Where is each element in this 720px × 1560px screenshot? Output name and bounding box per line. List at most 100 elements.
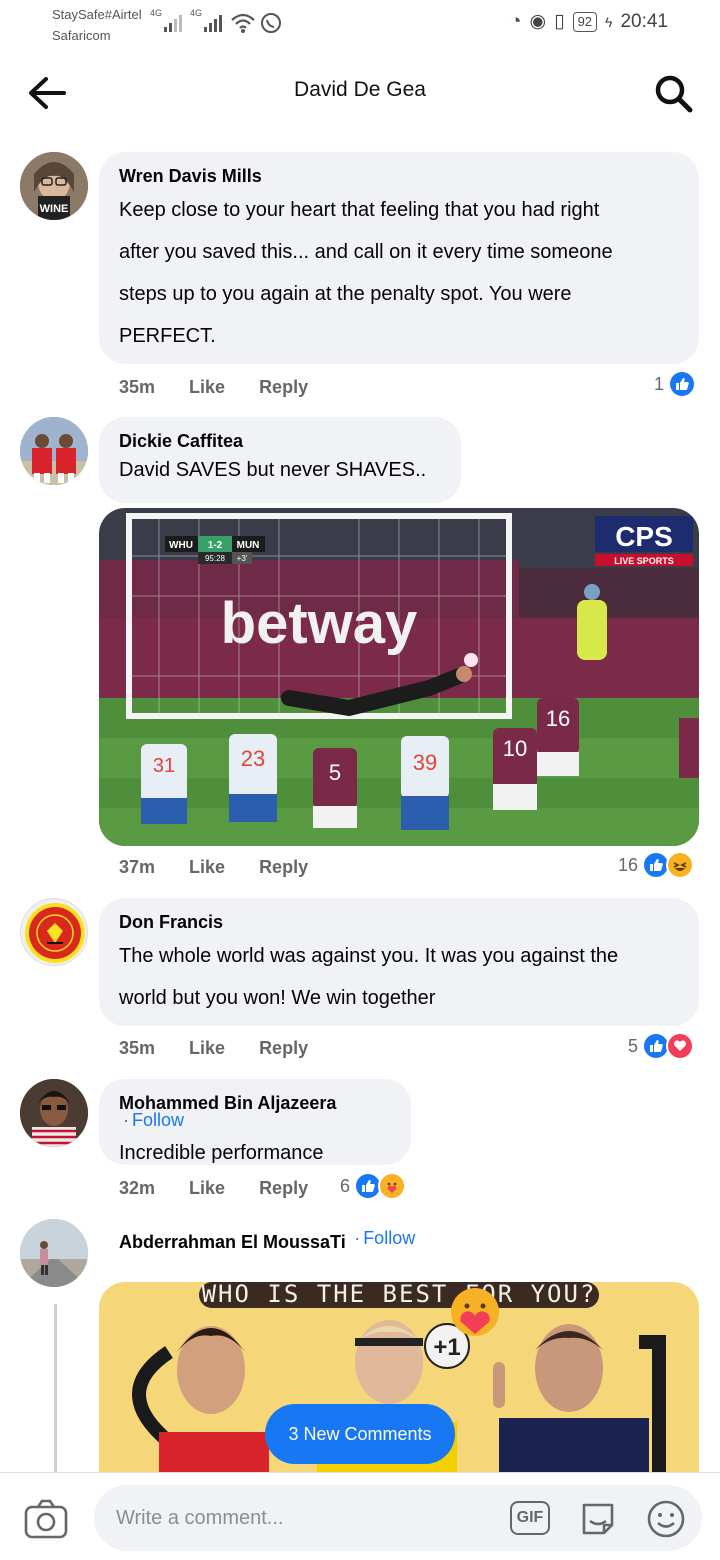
reaction-count: 16 xyxy=(618,854,639,875)
reaction-summary[interactable]: 16 xyxy=(618,851,695,879)
shirt-number: 5 xyxy=(329,760,341,785)
comment-bubble: Dickie Caffitea David SAVES but never SH… xyxy=(99,417,461,503)
comment-text: David SAVES but never SHAVES.. xyxy=(119,459,427,481)
like-button[interactable]: Like xyxy=(189,1038,225,1059)
reply-button[interactable]: Reply xyxy=(259,377,308,398)
network-type-secondary: 4G xyxy=(190,8,203,18)
reply-button[interactable]: Reply xyxy=(259,1178,308,1199)
comment-author[interactable]: Wren Davis Mills xyxy=(119,166,262,187)
data-saver-icon: ◔ xyxy=(510,10,522,32)
score-home: WHU xyxy=(169,540,193,551)
comment-composer: Write a comment... GIF xyxy=(0,1472,720,1560)
svg-text:WINE: WINE xyxy=(40,203,69,215)
status-bar: StaySafe#Airtel Safaricom 4G 4G ◔ ◉ ▯ 92… xyxy=(0,0,720,50)
carrier-name-secondary: Safaricom xyxy=(52,28,111,43)
charging-icon: ϟ xyxy=(605,13,613,30)
haha-reaction-icon xyxy=(666,851,695,879)
comment-bubble: Don Francis The whole world was against … xyxy=(99,898,699,1026)
comment-time: 32m xyxy=(119,1178,156,1198)
sticker-icon[interactable] xyxy=(578,1499,618,1539)
image-headline: WHO IS THE BEST FOR YOU? xyxy=(202,1282,597,1308)
broadcaster-logo: CPS xyxy=(615,521,673,552)
board-logo: betway xyxy=(221,591,418,656)
carrier-name: StaySafe#Airtel xyxy=(52,7,142,22)
eye-comfort-icon: ◉ xyxy=(529,11,547,32)
comment-time: 35m xyxy=(119,1038,156,1058)
app-header: David De Gea xyxy=(0,56,720,128)
like-button[interactable]: Like xyxy=(189,1178,225,1199)
comment-text-line: The whole world was against you. It was … xyxy=(119,945,619,967)
shirt-number: 23 xyxy=(241,746,265,771)
care-reaction-icon xyxy=(378,1172,407,1200)
status-indicators: ◔ ◉ ▯ 92 ϟ 20:41 xyxy=(510,10,668,33)
clock: 20:41 xyxy=(620,10,668,32)
comment-input[interactable]: Write a comment... GIF xyxy=(94,1485,702,1551)
avatar[interactable] xyxy=(20,1219,88,1287)
battery-indicator: 92 xyxy=(572,11,598,32)
comment-time: 37m xyxy=(119,857,156,877)
page-title: David De Gea xyxy=(294,78,426,101)
gif-button[interactable]: GIF xyxy=(510,1501,550,1535)
follow-button[interactable]: Follow xyxy=(363,1228,415,1248)
avatar[interactable]: WINE xyxy=(20,152,88,220)
comment-text-line: after you saved this... and call on it e… xyxy=(119,241,613,263)
reaction-summary[interactable]: 5 xyxy=(628,1032,695,1060)
reaction-count: 1 xyxy=(654,373,665,394)
comment-bubble: Mohammed Bin Aljazeera · Follow Incredibl… xyxy=(99,1079,411,1165)
comment-time: 35m xyxy=(119,377,156,397)
comment-text-line: world but you won! We win together xyxy=(119,987,436,1009)
signal-icon-secondary: 4G xyxy=(190,8,222,32)
like-reaction-icon xyxy=(668,370,697,398)
avatar[interactable] xyxy=(20,417,88,485)
shirt-number: 31 xyxy=(153,755,175,777)
comment-text: Keep close to your heart that feeling th… xyxy=(119,189,679,357)
plus-one-badge: +1 xyxy=(433,1334,460,1361)
vibrate-icon: ▯ xyxy=(554,11,565,32)
comment-actions: 32m Like Reply xyxy=(119,1178,308,1199)
comment-input-placeholder: Write a comment... xyxy=(116,1507,284,1529)
comment-actions: 37m Like Reply xyxy=(119,857,308,878)
wifi-icon xyxy=(231,13,255,33)
comment-bubble: Wren Davis Mills Keep close to your hear… xyxy=(99,152,699,364)
comment-text: The whole world was against you. It was … xyxy=(119,935,679,1019)
shirt-number: 16 xyxy=(546,706,570,731)
comment-actions: 35m Like Reply xyxy=(119,1038,308,1059)
comment-author[interactable]: Abderrahman El MoussaTi xyxy=(119,1232,346,1253)
comment-author[interactable]: Dickie Caffitea xyxy=(119,431,243,452)
reaction-count: 6 xyxy=(340,1175,351,1196)
shirt-number: 39 xyxy=(413,750,437,775)
reaction-count: 5 xyxy=(628,1035,639,1056)
reply-thread-line xyxy=(54,1304,57,1472)
match-clock: 95:28 xyxy=(205,554,226,563)
whatsapp-icon xyxy=(261,13,281,33)
reaction-summary[interactable]: 1 xyxy=(654,370,697,398)
broadcaster-sublabel: LIVE SPORTS xyxy=(614,556,674,566)
like-button[interactable]: Like xyxy=(189,857,225,878)
shirt-number: 10 xyxy=(503,736,527,761)
avatar[interactable] xyxy=(20,898,88,966)
comment-text-line: steps up to you again at the penalty spo… xyxy=(119,283,572,305)
camera-icon[interactable] xyxy=(24,1499,68,1539)
comment-header: Abderrahman El MoussaTi · Follow xyxy=(119,1228,416,1253)
reply-button[interactable]: Reply xyxy=(259,1038,308,1059)
avatar[interactable] xyxy=(20,1079,88,1147)
score-away: MUN xyxy=(237,540,260,551)
comment-text-line: Keep close to your heart that feeling th… xyxy=(119,199,600,221)
comment-author[interactable]: Don Francis xyxy=(119,912,223,933)
comment-text: Incredible performance xyxy=(119,1142,324,1164)
like-button[interactable]: Like xyxy=(189,377,225,398)
reply-button[interactable]: Reply xyxy=(259,857,308,878)
emoji-icon[interactable] xyxy=(646,1499,686,1539)
signal-icon: 4G xyxy=(150,8,182,32)
love-reaction-icon xyxy=(666,1032,695,1060)
network-type: 4G xyxy=(150,8,163,18)
comment-attached-photo[interactable]: betway CPS LIVE SPORTS WHU 1-2 MUN 95:28… xyxy=(99,508,699,846)
new-comments-button[interactable]: 3 New Comments xyxy=(265,1404,455,1464)
comment-text-line: PERFECT. xyxy=(119,325,216,347)
added-time: +3' xyxy=(237,554,248,563)
reaction-summary[interactable]: 6 xyxy=(340,1172,407,1200)
search-icon[interactable] xyxy=(654,74,694,114)
follow-button[interactable]: Follow xyxy=(132,1110,184,1130)
comment-actions: 35m Like Reply xyxy=(119,377,308,398)
score-value: 1-2 xyxy=(208,540,223,551)
